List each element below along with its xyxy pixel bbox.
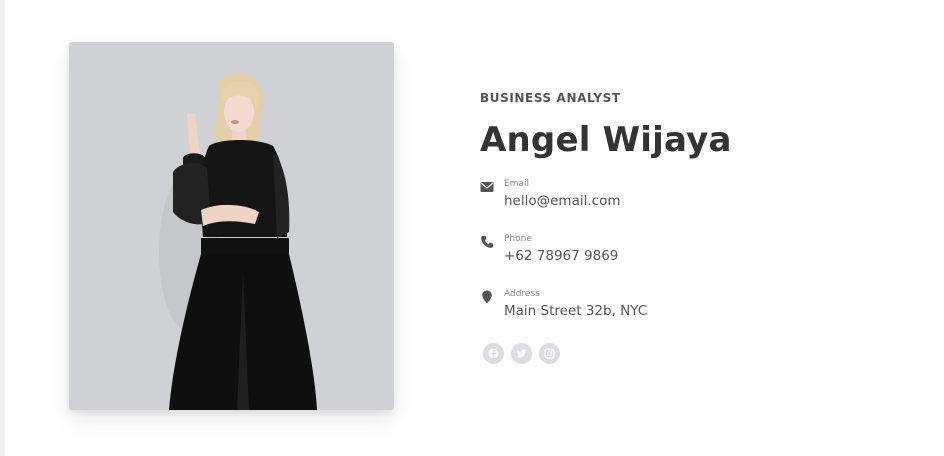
address-label: Address bbox=[504, 289, 540, 299]
twitter-link[interactable] bbox=[511, 343, 532, 364]
person-name: Angel Wijaya bbox=[480, 120, 732, 160]
instagram-icon bbox=[544, 348, 555, 359]
page-left-edge bbox=[0, 0, 5, 456]
facebook-link[interactable] bbox=[483, 343, 504, 364]
facebook-icon bbox=[488, 348, 499, 359]
twitter-icon bbox=[516, 349, 527, 358]
phone-icon bbox=[480, 234, 494, 248]
person-photo-illustration bbox=[159, 72, 317, 410]
address-value: Main Street 32b, NYC bbox=[504, 303, 648, 319]
phone-label: Phone bbox=[504, 234, 532, 244]
map-marker-icon bbox=[480, 289, 494, 304]
phone-value[interactable]: +62 78967 9869 bbox=[504, 248, 618, 264]
email-label: Email bbox=[504, 179, 529, 189]
job-title: BUSINESS ANALYST bbox=[480, 91, 621, 105]
profile-photo bbox=[69, 42, 394, 410]
email-value[interactable]: hello@email.com bbox=[504, 193, 620, 209]
instagram-link[interactable] bbox=[539, 343, 560, 364]
envelope-icon bbox=[480, 179, 494, 193]
